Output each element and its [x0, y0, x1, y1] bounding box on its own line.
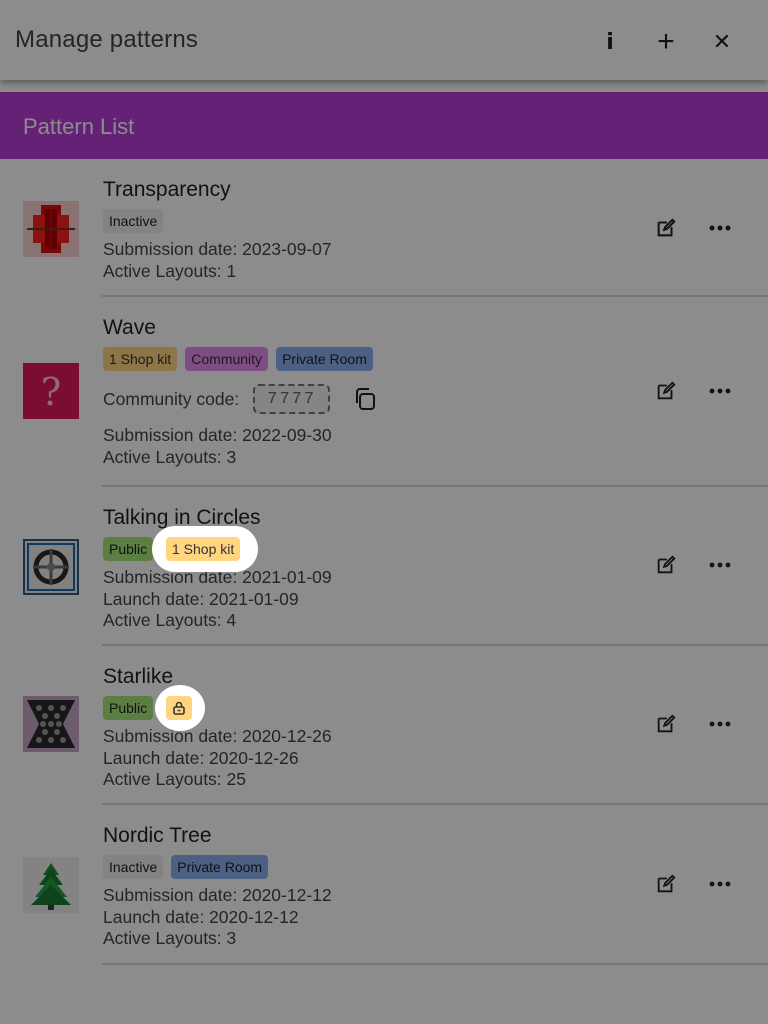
pattern-thumbnail: ? [23, 363, 79, 419]
page-title: Manage patterns [15, 26, 199, 53]
tag-list: 1 Shop kit Community Private Room [103, 347, 378, 371]
community-badge: Community [185, 347, 269, 371]
close-button[interactable]: ✕ [694, 24, 750, 60]
pattern-content: Wave 1 Shop kit Community Private Room C… [103, 316, 378, 468]
pattern-row[interactable]: Nordic Tree Inactive Private Room Submis… [0, 805, 768, 965]
copy-code-button[interactable] [352, 386, 378, 412]
shop-kit-badge: 1 Shop kit [103, 347, 178, 371]
tag-list: Inactive Private Room [103, 855, 332, 879]
status-badge: Inactive [103, 855, 164, 879]
edit-icon [657, 874, 676, 893]
section-title: Pattern List [23, 114, 135, 139]
submission-date: Submission date: 2020-12-12 [103, 885, 332, 905]
pattern-row[interactable]: Talking in Circles Public 1 Shop kit Sub… [0, 487, 768, 646]
edit-icon [657, 714, 676, 733]
hexagon-grid-thumbnail-icon [23, 696, 79, 752]
pattern-name: Wave [103, 316, 156, 339]
lock-badge[interactable] [166, 696, 192, 720]
active-layouts: Active Layouts: 1 [103, 260, 237, 281]
submission-date: Submission date: 2022-09-30 [103, 425, 332, 445]
community-code-value: 7777 [253, 384, 331, 414]
pattern-row[interactable]: Transparency Inactive Submission date: 2… [0, 159, 768, 297]
launch-date: Launch date: 2020-12-12 [103, 906, 299, 927]
pattern-content: Starlike Public Submission date: 2020-12… [103, 665, 332, 791]
plus-icon: + [657, 25, 675, 58]
active-layouts: Active Layouts: 3 [103, 446, 237, 467]
pattern-thumbnail [23, 539, 79, 595]
submission-date: Submission date: 2023-09-07 [103, 239, 332, 259]
spotlight-shop-kit-content[interactable]: 1 Shop kit [166, 537, 241, 561]
app-root: Manage patterns i + ✕ Pattern List Trans… [0, 0, 768, 1024]
submission-date: Submission date: 2020-12-26 [103, 726, 332, 746]
top-bar-actions: i + ✕ [582, 24, 750, 60]
active-layouts: Active Layouts: 4 [103, 610, 237, 630]
edit-icon [657, 381, 676, 400]
status-badge: Inactive [103, 209, 164, 233]
active-layouts: Active Layouts: 25 [103, 769, 246, 789]
more-options-button[interactable] [708, 872, 732, 896]
red-lattice-thumbnail-icon [23, 201, 79, 257]
pattern-thumbnail [23, 201, 79, 257]
pattern-row[interactable]: ? Wave 1 Shop kit Community Private Room… [0, 297, 768, 487]
private-room-badge: Private Room [276, 347, 373, 371]
pattern-name: Nordic Tree [103, 824, 212, 847]
svg-text:?: ? [41, 370, 61, 414]
launch-date: Launch date: 2021-01-09 [103, 588, 299, 609]
more-options-button[interactable] [708, 379, 732, 403]
more-horizontal-icon [709, 388, 731, 394]
info-icon: i [606, 29, 614, 55]
edit-button[interactable] [654, 216, 678, 240]
add-pattern-button[interactable]: + [638, 24, 694, 60]
edit-button[interactable] [654, 712, 678, 736]
row-actions [654, 872, 732, 896]
row-actions [654, 379, 732, 403]
edit-icon [657, 555, 676, 574]
active-layouts: Active Layouts: 3 [103, 928, 237, 948]
more-horizontal-icon [709, 881, 731, 887]
copy-icon [356, 388, 376, 410]
divider [102, 963, 768, 965]
close-icon: ✕ [712, 29, 732, 54]
pattern-thumbnail [23, 696, 79, 752]
row-actions [654, 712, 732, 736]
more-options-button[interactable] [708, 712, 732, 736]
pattern-content: Nordic Tree Inactive Private Room Submis… [103, 824, 332, 950]
edit-button[interactable] [654, 872, 678, 896]
christmas-tree-thumbnail-icon [23, 857, 79, 913]
row-actions [654, 216, 732, 240]
pattern-content: Transparency Inactive Submission date: 2… [103, 178, 332, 282]
launch-date: Launch date: 2020-12-26 [103, 747, 299, 768]
pattern-thumbnail [23, 857, 79, 913]
community-code-label: Community code: [103, 388, 240, 409]
row-actions [654, 553, 732, 577]
edit-button[interactable] [654, 553, 678, 577]
section-header: Pattern List [0, 92, 768, 159]
public-badge: Public [103, 696, 154, 720]
tag-list: Inactive [103, 209, 332, 233]
more-horizontal-icon [709, 562, 731, 568]
edit-button[interactable] [654, 379, 678, 403]
info-button[interactable]: i [582, 24, 638, 60]
pattern-name: Transparency [103, 178, 231, 201]
edit-icon [657, 218, 676, 237]
lock-icon [173, 701, 185, 715]
pattern-list: Transparency Inactive Submission date: 2… [0, 159, 768, 965]
private-room-badge: Private Room [171, 855, 269, 879]
shop-kit-badge[interactable]: 1 Shop kit [166, 537, 241, 561]
pattern-row[interactable]: Starlike Public Submission date: 2020-12… [0, 646, 768, 805]
more-horizontal-icon [709, 225, 731, 231]
circle-cross-thumbnail-icon [25, 541, 77, 593]
spotlight-lock-content[interactable] [166, 696, 192, 720]
public-badge: Public [103, 537, 154, 561]
more-options-button[interactable] [708, 216, 732, 240]
community-code-row: Community code: 7777 [103, 382, 378, 416]
more-options-button[interactable] [708, 553, 732, 577]
more-horizontal-icon [709, 721, 731, 727]
question-mark-placeholder-icon: ? [23, 363, 79, 419]
top-bar: Manage patterns i + ✕ [0, 0, 768, 80]
pattern-name: Starlike [103, 665, 174, 688]
tag-list: Public [103, 696, 332, 720]
